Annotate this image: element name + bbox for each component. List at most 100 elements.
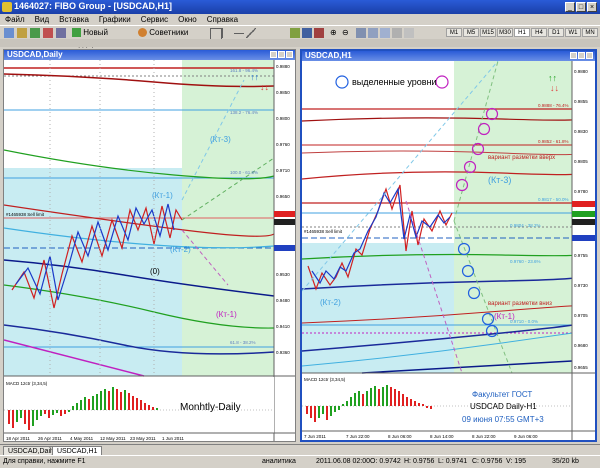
svg-text:0.9530: 0.9530 [276, 272, 290, 277]
label-kt3: (Кт-3) [210, 135, 231, 144]
tf-mn[interactable]: MN [582, 28, 598, 37]
svg-text:4 May 2011: 4 May 2011 [70, 436, 94, 441]
svg-text:8 Jun 14:00: 8 Jun 14:00 [430, 434, 454, 439]
svg-text:0.9705: 0.9705 [574, 313, 588, 318]
svg-text:↑↑: ↑↑ [548, 73, 557, 83]
tf-h4[interactable]: H4 [531, 28, 547, 37]
svg-text:0.9710 - 0.0%: 0.9710 - 0.0% [510, 319, 538, 324]
svg-text:0.9710: 0.9710 [276, 168, 290, 173]
trendline-icon[interactable] [246, 28, 256, 38]
close-button[interactable]: × [587, 2, 597, 12]
label-kt2: (Кт-2) [320, 298, 341, 307]
line-chart-icon[interactable] [314, 28, 324, 38]
svg-text:61.8 - 38.2%: 61.8 - 38.2% [230, 340, 256, 345]
menu-bar: Файл Вид Вставка Графики Сервис Окно Справка [0, 14, 600, 25]
periods-icon[interactable] [404, 28, 414, 38]
menu-charts[interactable]: Графики [94, 14, 136, 25]
label-kt1-projection: (Кт-1) [216, 310, 237, 319]
vertical-line-icon[interactable] [222, 28, 233, 38]
zoom-in-icon[interactable]: ⊕ [330, 28, 340, 38]
caption-line-2: USDCAD Daily-H1 [470, 402, 537, 411]
maximize-button[interactable]: □ [576, 2, 586, 12]
minimize-button[interactable]: _ [565, 2, 575, 12]
tf-d1[interactable]: D1 [548, 28, 564, 37]
expert-icon [138, 28, 147, 38]
svg-text:0.9480: 0.9480 [276, 298, 290, 303]
market-watch-icon[interactable] [30, 28, 40, 38]
status-bar: Для справки, нажмите F1 аналитика 2011.0… [0, 455, 600, 468]
profiles-icon[interactable] [17, 28, 27, 38]
label-markup-down: вариант разметки вниз [488, 301, 552, 307]
new-order-button[interactable]: Новый Ордер [72, 27, 132, 48]
status-low: L: 0.9741 [438, 458, 468, 465]
autoscroll-icon[interactable] [368, 28, 378, 38]
menu-window[interactable]: Окно [173, 14, 202, 25]
chart-area-h1[interactable]: ↑↑ ↓↓ выделенные уровни (Кт-3) вариант р… [302, 61, 595, 440]
svg-text:0.9880: 0.9880 [574, 69, 588, 74]
status-help: Для справки, нажмите F1 [3, 458, 86, 465]
advisors-button[interactable]: Советники [138, 27, 198, 38]
tf-m30[interactable]: M30 [497, 28, 513, 37]
window-title: 1464027: FIBO Group - [USDCAD,H1] [14, 1, 173, 11]
new-chart-icon[interactable] [4, 28, 14, 38]
menu-help[interactable]: Справка [202, 14, 243, 25]
svg-text:0.9360: 0.9360 [276, 350, 290, 355]
svg-text:0.9850: 0.9850 [276, 90, 290, 95]
svg-text:0.9410: 0.9410 [276, 324, 290, 329]
tile-icon[interactable] [356, 28, 366, 38]
chart-window-title[interactable]: USDCAD,H1 [302, 51, 595, 61]
svg-text:↓↓: ↓↓ [260, 82, 269, 92]
navigator-icon[interactable] [43, 28, 53, 38]
tf-h1[interactable]: H1 [514, 28, 530, 37]
tf-m5[interactable]: M5 [463, 28, 479, 37]
svg-text:7 Jun 22:00: 7 Jun 22:00 [346, 434, 370, 439]
svg-text:0.9805: 0.9805 [574, 159, 588, 164]
terminal-icon[interactable] [56, 28, 66, 38]
svg-text:0.9800: 0.9800 [276, 116, 290, 121]
svg-text:0.9817 - 50.0%: 0.9817 - 50.0% [538, 197, 569, 202]
chart-window-daily[interactable]: USDCAD,Daily ↑↑ ↓↓ (Кт-3) (Кт-1) (Кт-2) … [3, 49, 296, 442]
menu-tools[interactable]: Сервис [136, 14, 173, 25]
menu-file[interactable]: Файл [0, 14, 30, 25]
bar-chart-icon[interactable] [290, 28, 300, 38]
new-order-icon [72, 28, 81, 38]
tf-m15[interactable]: M15 [480, 28, 496, 37]
svg-text:26 Apr 2011: 26 Apr 2011 [38, 436, 62, 441]
svg-text:23 May 2011: 23 May 2011 [130, 436, 156, 441]
svg-text:0.9830: 0.9830 [574, 129, 588, 134]
svg-text:0.9755: 0.9755 [574, 253, 588, 258]
horizontal-line-icon[interactable] [234, 33, 244, 35]
zoom-out-icon[interactable]: ⊖ [342, 28, 352, 38]
title-bar: 1464027: FIBO Group - [USDCAD,H1] _ □ × [0, 0, 600, 14]
chart-area-daily[interactable]: ↑↑ ↓↓ (Кт-3) (Кт-1) (Кт-2) (0) (Кт-1) #1… [4, 60, 295, 441]
svg-text:↓↓: ↓↓ [550, 83, 559, 93]
menu-insert[interactable]: Вставка [54, 14, 94, 25]
svg-text:0.9888 - 76.4%: 0.9888 - 76.4% [538, 103, 569, 108]
macd-label: MACD 12ctr (3,34,5) [304, 377, 346, 382]
macd-label: MACD 12ctr (3,34,5) [6, 381, 48, 386]
label-markup-up: вариант разметки вверх [488, 155, 555, 161]
candles-icon[interactable] [302, 28, 312, 38]
label-kt2: (Кт-2) [170, 245, 191, 254]
svg-text:1 Jun 2011: 1 Jun 2011 [162, 436, 184, 441]
svg-text:0.9855: 0.9855 [574, 99, 588, 104]
indicators-icon[interactable] [392, 28, 402, 38]
svg-text:0.9804 - 38.2%: 0.9804 - 38.2% [510, 223, 541, 228]
legend-highlighted-levels: выделенные уровни [352, 77, 437, 87]
caption-monthly-daily: Monhtly-Daily [180, 402, 241, 413]
svg-text:0.9730: 0.9730 [574, 283, 588, 288]
svg-text:0.9760 - 23.6%: 0.9760 - 23.6% [510, 259, 541, 264]
status-open: O: 0.9742 [370, 458, 401, 465]
svg-text:0.9680: 0.9680 [574, 343, 588, 348]
svg-text:8 Jun 22:00: 8 Jun 22:00 [472, 434, 496, 439]
svg-text:0.9650: 0.9650 [276, 194, 290, 199]
chart-window-title[interactable]: USDCAD,Daily [4, 50, 295, 60]
tf-m1[interactable]: M1 [446, 28, 462, 37]
chart-window-h1[interactable]: USDCAD,H1 ↑↑ ↓↓ выделенные уровни (Кт-3)… [300, 49, 597, 442]
menu-view[interactable]: Вид [30, 14, 54, 25]
tf-w1[interactable]: W1 [565, 28, 581, 37]
shift-icon[interactable] [380, 28, 390, 38]
svg-text:0.9880: 0.9880 [276, 64, 290, 69]
cyan-zone [302, 243, 454, 373]
label-sell-limit: #1465938 Sell limit [304, 229, 343, 234]
